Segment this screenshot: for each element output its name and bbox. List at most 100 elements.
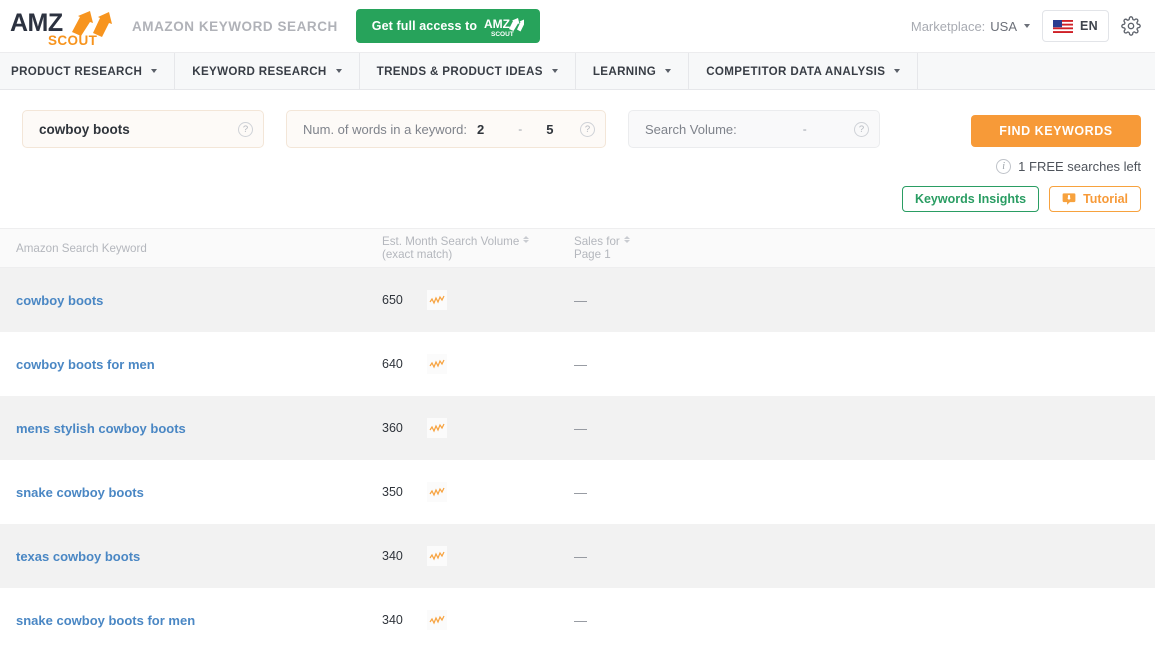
column-header-sales-lines: Sales for Page 1 [574, 235, 620, 261]
help-icon[interactable]: ? [580, 122, 595, 137]
keyword-link[interactable]: texas cowboy boots [0, 549, 382, 564]
marketplace-value: USA [990, 19, 1017, 34]
table-row[interactable]: cowboy boots 650 — [0, 268, 1155, 332]
volume-cell: 360 [382, 418, 574, 438]
sales-value: — [574, 357, 694, 372]
chevron-down-icon [151, 69, 157, 73]
chevron-down-icon [336, 69, 342, 73]
help-icon[interactable]: ? [854, 122, 869, 137]
sort-toggle-icon[interactable] [624, 236, 630, 243]
table-row[interactable]: texas cowboy boots 340 — [0, 524, 1155, 588]
word-count-max[interactable]: 5 [546, 122, 553, 137]
svg-text:SCOUT: SCOUT [48, 33, 98, 47]
settings-button[interactable] [1121, 16, 1141, 36]
amzscout-logo-mark: AMZ SCOUT [10, 5, 114, 47]
language-selector[interactable]: EN [1042, 10, 1109, 42]
keywords-insights-button[interactable]: Keywords Insights [902, 186, 1039, 212]
nav-filler [918, 53, 1155, 89]
column-header-search-volume[interactable]: Est. Month Search Volume (exact match) [382, 235, 574, 261]
column-header-sales-page1[interactable]: Sales for Page 1 [574, 235, 694, 261]
table-row[interactable]: snake cowboy boots for men 340 — [0, 588, 1155, 652]
gear-icon [1121, 16, 1141, 36]
search-volume-filter[interactable]: Search Volume: - ? [628, 110, 880, 148]
usa-flag-icon [1053, 20, 1073, 33]
sparkline-icon[interactable] [427, 482, 447, 502]
sales-value: — [574, 613, 694, 628]
sparkline-icon[interactable] [427, 418, 447, 438]
nav-label: LEARNING [593, 65, 656, 78]
tutorial-button[interactable]: Tutorial [1049, 186, 1141, 212]
sparkline-icon[interactable] [427, 610, 447, 630]
keywords-insights-label: Keywords Insights [915, 192, 1026, 206]
nav-item-trends-product-ideas[interactable]: TRENDS & PRODUCT IDEAS [360, 53, 576, 89]
keyword-value: cowboy boots [39, 122, 238, 137]
chevron-down-icon [894, 69, 900, 73]
sparkline-icon[interactable] [427, 354, 447, 374]
action-buttons-row: Keywords Insights Tutorial [902, 186, 1141, 212]
sales-value: — [574, 293, 694, 308]
amzscout-logo[interactable]: AMZ SCOUT [10, 5, 114, 47]
chevron-down-icon [552, 69, 558, 73]
sales-value: — [574, 549, 694, 564]
volume-cell: 350 [382, 482, 574, 502]
find-keywords-button[interactable]: FIND KEYWORDS [971, 115, 1141, 147]
volume-value: 340 [382, 549, 403, 563]
table-row[interactable]: snake cowboy boots 350 — [0, 460, 1155, 524]
nav-item-learning[interactable]: LEARNING [576, 53, 689, 89]
tutorial-bubble-icon [1062, 192, 1076, 206]
free-searches-label: 1 FREE searches left [1018, 159, 1141, 174]
cta-label: Get full access to [372, 19, 477, 33]
marketplace-label: Marketplace: [911, 19, 985, 34]
volume-value: 360 [382, 421, 403, 435]
keyword-link[interactable]: mens stylish cowboy boots [0, 421, 382, 436]
table-header-row: Amazon Search Keyword Est. Month Search … [0, 228, 1155, 268]
volume-value: 640 [382, 357, 403, 371]
table-row[interactable]: cowboy boots for men 640 — [0, 332, 1155, 396]
column-header-keyword-label: Amazon Search Keyword [16, 242, 147, 255]
marketplace-selector[interactable]: Marketplace: USA [911, 19, 1030, 34]
column-header-sales-line1: Sales for [574, 235, 620, 248]
sparkline-icon[interactable] [427, 290, 447, 310]
sort-toggle-icon[interactable] [523, 236, 529, 243]
range-separator: - [518, 122, 522, 136]
search-volume-label: Search Volume: [645, 122, 737, 137]
main-navigation: PRODUCT RESEARCH KEYWORD RESEARCH TRENDS… [0, 52, 1155, 90]
get-full-access-button[interactable]: Get full access to AMZ SCOUT [356, 9, 540, 43]
column-header-volume-lines: Est. Month Search Volume (exact match) [382, 235, 519, 261]
volume-value: 340 [382, 613, 403, 627]
nav-label: COMPETITOR DATA ANALYSIS [706, 65, 885, 78]
keywords-results-table: Amazon Search Keyword Est. Month Search … [0, 228, 1155, 652]
volume-cell: 650 [382, 290, 574, 310]
chevron-down-icon [665, 69, 671, 73]
chevron-down-icon [1024, 24, 1030, 28]
keyword-link[interactable]: snake cowboy boots [0, 485, 382, 500]
nav-label: TRENDS & PRODUCT IDEAS [377, 65, 543, 78]
nav-label: PRODUCT RESEARCH [11, 65, 142, 78]
table-row[interactable]: mens stylish cowboy boots 360 — [0, 396, 1155, 460]
keyword-link[interactable]: cowboy boots [0, 293, 382, 308]
free-searches-status: i 1 FREE searches left [996, 159, 1141, 174]
keyword-search-input[interactable]: cowboy boots ? [22, 110, 264, 148]
column-header-volume-line1: Est. Month Search Volume [382, 235, 519, 248]
column-header-volume-line2: (exact match) [382, 248, 452, 261]
keyword-link[interactable]: snake cowboy boots for men [0, 613, 382, 628]
nav-item-product-research[interactable]: PRODUCT RESEARCH [0, 53, 175, 89]
sales-value: — [574, 421, 694, 436]
page-title: AMAZON KEYWORD SEARCH [132, 19, 338, 34]
volume-cell: 640 [382, 354, 574, 374]
svg-text:SCOUT: SCOUT [491, 31, 514, 37]
nav-item-competitor-data-analysis[interactable]: COMPETITOR DATA ANALYSIS [689, 53, 918, 89]
svg-text:AMZ: AMZ [484, 17, 510, 31]
volume-cell: 340 [382, 546, 574, 566]
top-header: AMZ SCOUT AMAZON KEYWORD SEARCH Get full… [0, 0, 1155, 52]
help-icon[interactable]: ? [238, 122, 253, 137]
word-count-label: Num. of words in a keyword: [303, 122, 467, 137]
nav-item-keyword-research[interactable]: KEYWORD RESEARCH [175, 53, 359, 89]
column-header-sales-line2: Page 1 [574, 248, 611, 261]
keyword-link[interactable]: cowboy boots for men [0, 357, 382, 372]
word-count-filter[interactable]: Num. of words in a keyword: 2 - 5 ? [286, 110, 606, 148]
sparkline-icon[interactable] [427, 546, 447, 566]
info-icon[interactable]: i [996, 159, 1011, 174]
volume-value: 650 [382, 293, 403, 307]
word-count-min[interactable]: 2 [477, 122, 484, 137]
